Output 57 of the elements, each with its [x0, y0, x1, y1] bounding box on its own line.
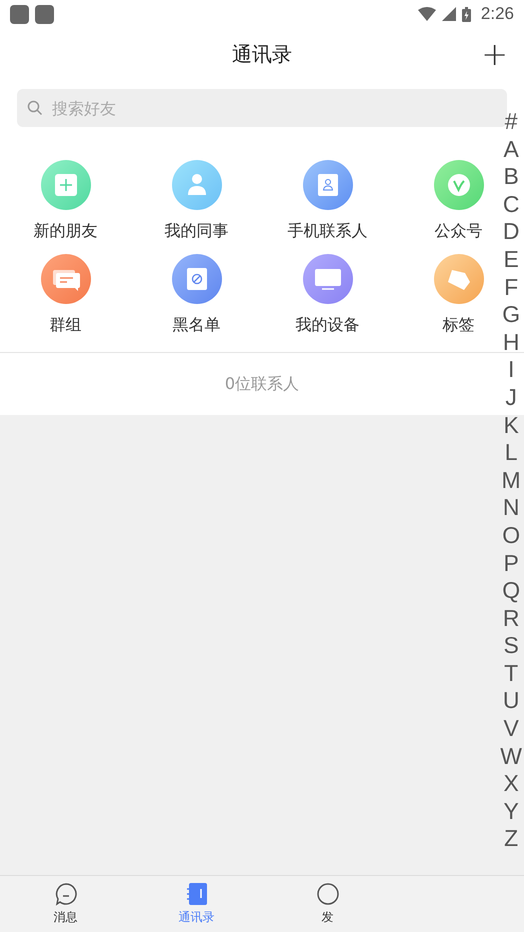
add-button[interactable]: +	[479, 36, 510, 72]
index-letter[interactable]: P	[503, 550, 519, 578]
index-letter[interactable]: Z	[504, 825, 518, 854]
index-letter[interactable]: F	[504, 274, 518, 302]
index-letter[interactable]: V	[503, 715, 519, 743]
index-letter[interactable]: H	[502, 328, 520, 356]
notification-icon	[10, 4, 29, 24]
signal-icon	[442, 7, 456, 21]
index-letter[interactable]: D	[502, 218, 520, 246]
index-letter[interactable]: #	[504, 108, 518, 136]
page-title: 通讯录	[232, 40, 292, 68]
notification-icon	[35, 4, 54, 24]
search-icon	[27, 100, 43, 116]
monitor-icon	[302, 254, 352, 304]
index-letter[interactable]: C	[502, 190, 520, 218]
index-letter[interactable]: S	[503, 632, 519, 660]
address-book-icon	[184, 882, 208, 906]
index-letter[interactable]: A	[503, 136, 519, 164]
shortcut-label[interactable]: 手机联系人	[288, 221, 368, 242]
index-letter[interactable]: Y	[503, 798, 519, 826]
tag-icon	[434, 254, 484, 304]
index-letter[interactable]: M	[502, 466, 521, 494]
add-friend-icon	[40, 160, 90, 210]
status-time: 2:26	[480, 4, 514, 24]
battery-icon	[462, 6, 471, 22]
chat-bubbles-icon	[40, 254, 90, 304]
index-letter[interactable]: R	[502, 604, 520, 632]
shortcut-label[interactable]: 我的同事	[164, 221, 228, 242]
index-letter[interactable]: J	[505, 384, 517, 412]
index-letter[interactable]: L	[504, 439, 518, 467]
index-letter[interactable]: E	[503, 246, 519, 274]
shortcut-label[interactable]: 新的朋友	[34, 221, 98, 242]
index-letter[interactable]: G	[502, 301, 520, 329]
index-letter[interactable]: K	[503, 412, 519, 440]
shortcut-label[interactable]: 标签	[442, 315, 474, 336]
contact-count: 0位联系人	[224, 374, 300, 394]
shortcut-label[interactable]: 公众号	[434, 221, 482, 242]
index-letter[interactable]: I	[508, 356, 514, 384]
index-letter[interactable]: O	[502, 522, 520, 550]
index-letter[interactable]: Q	[502, 577, 520, 605]
chat-bubble-icon	[54, 882, 78, 906]
index-letter[interactable]: B	[503, 163, 519, 191]
shortcut-label[interactable]: 我的设备	[296, 315, 360, 336]
index-letter[interactable]: U	[502, 687, 520, 716]
index-letter[interactable]: N	[502, 494, 520, 522]
index-letter[interactable]: X	[503, 770, 519, 798]
tab[interactable]: 消息	[0, 876, 131, 932]
v-badge-icon	[434, 160, 484, 210]
shortcut-label[interactable]: 群组	[50, 315, 82, 336]
index-letter[interactable]: T	[504, 660, 518, 688]
block-icon	[172, 254, 222, 304]
contact-card-icon	[302, 160, 352, 210]
tab[interactable]: 发	[262, 876, 393, 932]
wifi-icon	[418, 7, 436, 21]
index-letter[interactable]: W	[500, 742, 522, 770]
shortcut-label[interactable]: 黑名单	[172, 315, 220, 336]
person-icon	[172, 160, 222, 210]
